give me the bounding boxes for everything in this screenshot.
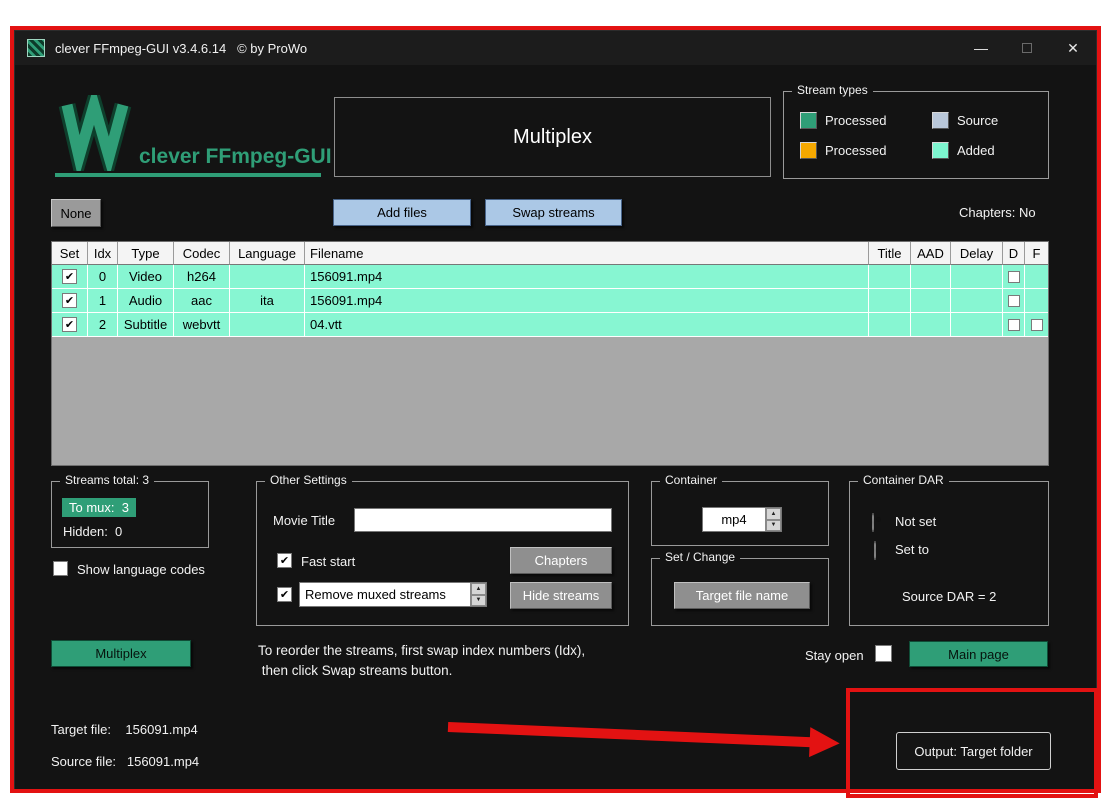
streams-total-title: Streams total: 3 <box>60 473 155 487</box>
logo-text: clever FFmpeg-GUI <box>139 145 332 168</box>
container-format-spinner[interactable]: mp4 ▲ ▼ <box>702 507 782 532</box>
col-d[interactable]: D <box>1003 242 1025 265</box>
target-file-name-button[interactable]: Target file name <box>674 582 810 609</box>
col-type[interactable]: Type <box>118 242 174 265</box>
d-checkbox[interactable] <box>1007 294 1020 307</box>
target-file-text: Target file: 156091.mp4 <box>51 722 198 737</box>
container-dar-title: Container DAR <box>858 473 949 487</box>
col-idx[interactable]: Idx <box>88 242 118 265</box>
other-settings-group: Other Settings Movie Title ✔ Fast start … <box>256 473 629 626</box>
none-button[interactable]: None <box>51 199 101 227</box>
streams-table: Set Idx Type Codec Language Filename Tit… <box>51 241 1049 466</box>
streams-total-group: Streams total: 3 To mux: 3 Hidden: 0 <box>51 473 209 548</box>
minimize-button[interactable]: — <box>958 31 1004 65</box>
main-page-button[interactable]: Main page <box>909 641 1048 667</box>
source-dar-value: Source DAR = 2 <box>902 589 997 604</box>
col-title[interactable]: Title <box>869 242 911 265</box>
d-checkbox[interactable] <box>1007 318 1020 331</box>
show-language-codes-label: Show language codes <box>77 562 205 577</box>
processed-green-swatch-icon <box>800 112 817 129</box>
set-change-group: Set / Change Target file name <box>651 550 829 626</box>
table-row-video[interactable]: ✔ 0 Video h264 156091.mp4 <box>52 265 1048 289</box>
legend-item-processed-green: Processed <box>800 112 932 129</box>
set-checkbox[interactable]: ✔ <box>62 269 77 284</box>
to-mux-badge: To mux: 3 <box>62 498 136 517</box>
col-filename[interactable]: Filename <box>305 242 869 265</box>
legend-item-processed-orange: Processed <box>800 142 932 159</box>
container-format-spin: ▲ ▼ <box>765 508 781 531</box>
source-file-text: Source file: 156091.mp4 <box>51 754 200 769</box>
movie-title-input[interactable] <box>354 508 612 532</box>
app-icon <box>27 39 45 57</box>
table-row-subtitle[interactable]: ✔ 2 Subtitle webvtt 04.vtt <box>52 313 1048 337</box>
hide-streams-button[interactable]: Hide streams <box>510 582 612 609</box>
app-window: clever FFmpeg-GUI v3.4.6.14 © by ProWo —… <box>14 30 1097 790</box>
container-group: Container mp4 ▲ ▼ <box>651 473 829 546</box>
added-swatch-icon <box>932 142 949 159</box>
swap-streams-button[interactable]: Swap streams <box>485 199 622 226</box>
stream-types-title: Stream types <box>792 83 873 97</box>
dar-not-set-label: Not set <box>895 514 937 529</box>
legend-item-source: Source <box>932 112 1034 129</box>
maximize-button[interactable] <box>1004 31 1050 65</box>
remove-muxed-spinner: ▲ ▼ <box>470 583 486 606</box>
window-content: clever FFmpeg-GUI Multiplex Stream types… <box>15 65 1098 791</box>
spin-up-icon[interactable]: ▲ <box>471 583 486 595</box>
container-title: Container <box>660 473 723 487</box>
table-row-audio[interactable]: ✔ 1 Audio aac ita 156091.mp4 <box>52 289 1048 313</box>
logo-mark-icon <box>58 95 132 171</box>
set-checkbox[interactable]: ✔ <box>62 317 77 332</box>
dar-set-to-label: Set to <box>895 542 929 557</box>
dar-not-set-radio[interactable] <box>872 513 874 532</box>
reorder-instructions: To reorder the streams, first swap index… <box>258 643 586 678</box>
spin-down-icon[interactable]: ▼ <box>471 594 486 606</box>
table-empty-area <box>52 337 1048 465</box>
page-title: Multiplex <box>513 125 592 148</box>
fast-start-checkbox[interactable]: ✔ <box>277 553 292 568</box>
chapters-status: Chapters: No <box>959 205 1036 220</box>
window-title: clever FFmpeg-GUI v3.4.6.14 © by ProWo <box>55 40 308 56</box>
col-aad[interactable]: AAD <box>911 242 951 265</box>
remove-muxed-streams-select[interactable]: Remove muxed streams ▲ ▼ <box>299 582 487 607</box>
fast-start-label: Fast start <box>301 554 356 569</box>
multiplex-button[interactable]: Multiplex <box>51 640 191 667</box>
hidden-count: Hidden: 0 <box>63 524 123 539</box>
maximize-icon <box>1022 43 1032 53</box>
legend-item-added: Added <box>932 142 1034 159</box>
movie-title-label: Movie Title <box>273 513 336 528</box>
col-f[interactable]: F <box>1025 242 1048 265</box>
set-checkbox[interactable]: ✔ <box>62 293 77 308</box>
remove-muxed-checkbox[interactable]: ✔ <box>277 587 292 602</box>
spin-down-icon[interactable]: ▼ <box>766 519 781 531</box>
source-swatch-icon <box>932 112 949 129</box>
dar-set-to-radio[interactable] <box>874 541 876 560</box>
processed-orange-swatch-icon <box>800 142 817 159</box>
minimize-icon: — <box>974 40 988 56</box>
table-header-row: Set Idx Type Codec Language Filename Tit… <box>52 242 1048 265</box>
show-language-codes-checkbox[interactable] <box>53 561 68 576</box>
d-checkbox[interactable] <box>1007 270 1020 283</box>
page-title-box: Multiplex <box>334 97 771 177</box>
stay-open-checkbox[interactable] <box>875 645 892 662</box>
add-files-button[interactable]: Add files <box>333 199 471 226</box>
col-delay[interactable]: Delay <box>951 242 1003 265</box>
close-icon: ✕ <box>1067 39 1079 56</box>
col-set[interactable]: Set <box>52 242 88 265</box>
stream-types-group: Stream types Processed Source Processed … <box>783 83 1049 179</box>
f-checkbox[interactable] <box>1030 318 1043 331</box>
chapters-button[interactable]: Chapters <box>510 547 612 574</box>
stay-open-label: Stay open <box>805 648 864 663</box>
output-target-folder-button[interactable]: Output: Target folder <box>896 732 1051 770</box>
col-codec[interactable]: Codec <box>174 242 230 265</box>
set-change-title: Set / Change <box>660 550 741 564</box>
app-logo: clever FFmpeg-GUI <box>55 93 332 177</box>
container-dar-group: Container DAR Not set Set to Source DAR … <box>849 473 1049 626</box>
col-language[interactable]: Language <box>230 242 305 265</box>
titlebar: clever FFmpeg-GUI v3.4.6.14 © by ProWo —… <box>15 31 1096 65</box>
close-button[interactable]: ✕ <box>1050 31 1096 65</box>
spin-up-icon[interactable]: ▲ <box>766 508 781 520</box>
other-settings-title: Other Settings <box>265 473 352 487</box>
